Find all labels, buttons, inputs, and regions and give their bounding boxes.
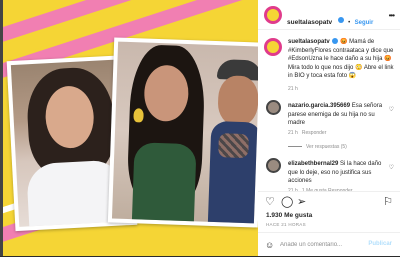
verified-icon	[332, 38, 339, 45]
instagram-post-modal: sueltalasopatv • Seguir ••• sueltalasopa…	[0, 0, 400, 256]
separator: •	[348, 20, 351, 26]
add-comment-bar: ☺ Publicar	[258, 232, 400, 257]
likes-count[interactable]: 1.930 Me gusta	[266, 212, 312, 219]
comment-input[interactable]	[280, 240, 370, 250]
post-actions: ♡ ◯ ➢ ⚐ 1.930 Me gusta HACE 21 HORAS ☺ P…	[258, 191, 400, 256]
share-icon[interactable]: ➢	[297, 197, 306, 208]
more-dots-icon[interactable]: •••	[389, 11, 395, 20]
comment-username[interactable]: nazario.garcia.395669	[288, 103, 350, 109]
photo-right	[107, 37, 258, 228]
caption-avatar[interactable]	[264, 38, 282, 56]
comment-username[interactable]: elizabethbernal29	[288, 161, 338, 167]
emoji-icon[interactable]: ☺	[265, 240, 274, 251]
publish-button[interactable]: Publicar	[368, 241, 392, 247]
post-header: sueltalasopatv • Seguir •••	[258, 0, 400, 30]
reply-button[interactable]: Responder	[302, 130, 326, 136]
caption: sueltalasopatv 😡 Mamá de #KimberlyFlores…	[288, 38, 396, 93]
verified-icon	[337, 16, 344, 23]
caption-username[interactable]: sueltalasopatv	[288, 39, 330, 45]
like-comment-icon[interactable]: ♡	[389, 164, 394, 171]
like-comment-icon[interactable]: ♡	[389, 106, 394, 113]
like-heart-icon[interactable]: ♡	[265, 197, 275, 208]
comment-icon[interactable]: ◯	[281, 197, 293, 208]
header-username[interactable]: sueltalasopatv	[287, 19, 332, 26]
commenter-avatar[interactable]	[266, 158, 281, 173]
profile-avatar[interactable]	[264, 6, 282, 24]
commenter-avatar[interactable]	[266, 100, 281, 115]
comment-time: 21 h	[288, 129, 298, 136]
bookmark-icon[interactable]: ⚐	[383, 197, 393, 208]
post-age: HACE 21 HORAS	[266, 222, 306, 227]
post-image[interactable]	[3, 0, 258, 256]
caption-text: 😡 Mamá de #KimberlyFlores contraataca y …	[288, 39, 394, 79]
view-replies-button[interactable]: Ver respuestas (5)	[288, 143, 388, 152]
follow-button[interactable]: Seguir	[355, 20, 374, 26]
post-side-panel: sueltalasopatv • Seguir ••• sueltalasopa…	[258, 0, 400, 256]
caption-time: 21 h	[288, 85, 298, 92]
comments-area: sueltalasopatv 😡 Mamá de #KimberlyFlores…	[258, 32, 400, 210]
